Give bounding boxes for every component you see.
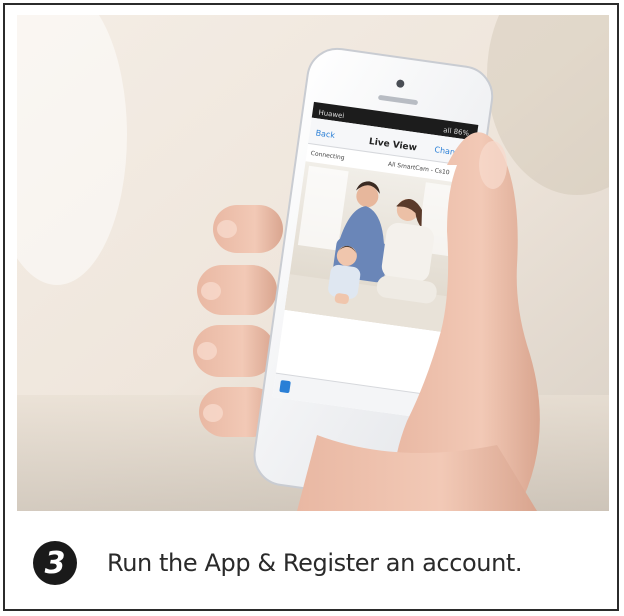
caption-text: Run the App & Register an account. [107,549,523,577]
live-video-feed [284,161,471,333]
step-number-badge: 3 [33,541,77,585]
instruction-card: Huawei all 86% Back Live View Channel Co… [3,3,619,611]
photo-illustration: Huawei all 86% Back Live View Channel Co… [17,15,609,511]
caption-row: 3 Run the App & Register an account. [17,533,609,593]
speaker-icon[interactable] [279,380,291,393]
hand-holding-phone-photo: Huawei all 86% Back Live View Channel Co… [17,15,609,511]
